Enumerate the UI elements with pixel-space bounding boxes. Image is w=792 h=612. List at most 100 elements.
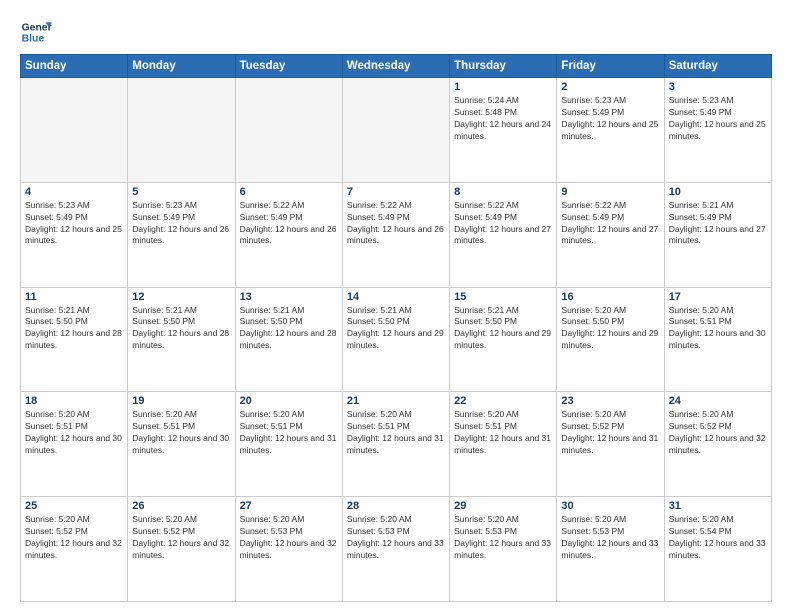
- weekday-header: Sunday: [21, 55, 128, 78]
- calendar-cell: 6 Sunrise: 5:22 AMSunset: 5:49 PMDaylight…: [235, 182, 342, 287]
- day-info: Sunrise: 5:20 AMSunset: 5:54 PMDaylight:…: [669, 514, 767, 562]
- page: General Blue SundayMondayTuesdayWednesda…: [0, 0, 792, 612]
- day-number: 24: [669, 395, 767, 407]
- logo: General Blue: [20, 16, 52, 48]
- calendar-cell: [21, 78, 128, 183]
- day-info: Sunrise: 5:20 AMSunset: 5:50 PMDaylight:…: [561, 305, 659, 353]
- day-number: 29: [454, 500, 552, 512]
- calendar-table: SundayMondayTuesdayWednesdayThursdayFrid…: [20, 54, 772, 602]
- calendar-cell: 7Sunrise: 5:22 AMSunset: 5:49 PMDaylight…: [342, 182, 449, 287]
- weekday-header-row: SundayMondayTuesdayWednesdayThursdayFrid…: [21, 55, 772, 78]
- day-number: 11: [25, 291, 123, 303]
- day-number: 9: [561, 186, 659, 198]
- calendar-cell: 29 Sunrise: 5:20 AMSunset: 5:53 PMDayligh…: [450, 497, 557, 602]
- day-info: Sunrise: 5:23 AMSunset: 5:49 PMDaylight:…: [561, 95, 659, 143]
- calendar-cell: 17Sunrise: 5:20 AMSunset: 5:51 PMDayligh…: [664, 287, 771, 392]
- day-number: 8: [454, 186, 552, 198]
- calendar-cell: 20 Sunrise: 5:20 AMSunset: 5:51 PMDayligh…: [235, 392, 342, 497]
- day-number: 21: [347, 395, 445, 407]
- calendar-cell: 25 Sunrise: 5:20 AMSunset: 5:52 PMDayligh…: [21, 497, 128, 602]
- day-number: 27: [240, 500, 338, 512]
- day-info: Sunrise: 5:21 AMSunset: 5:49 PMDaylight:…: [669, 200, 767, 248]
- day-number: 7: [347, 186, 445, 198]
- calendar-cell: 23 Sunrise: 5:20 AMSunset: 5:52 PMDayligh…: [557, 392, 664, 497]
- day-info: Sunrise: 5:20 AMSunset: 5:51 PMDaylight:…: [25, 409, 123, 457]
- calendar-cell: 9 Sunrise: 5:22 AMSunset: 5:49 PMDaylight…: [557, 182, 664, 287]
- weekday-header: Tuesday: [235, 55, 342, 78]
- week-row: 25 Sunrise: 5:20 AMSunset: 5:52 PMDayligh…: [21, 497, 772, 602]
- calendar-cell: 1 Sunrise: 5:24 AMSunset: 5:48 PMDaylight…: [450, 78, 557, 183]
- calendar-cell: 31Sunrise: 5:20 AMSunset: 5:54 PMDayligh…: [664, 497, 771, 602]
- calendar-cell: 16Sunrise: 5:20 AMSunset: 5:50 PMDayligh…: [557, 287, 664, 392]
- calendar-cell: 21Sunrise: 5:20 AMSunset: 5:51 PMDayligh…: [342, 392, 449, 497]
- day-info: Sunrise: 5:23 AMSunset: 5:49 PMDaylight:…: [25, 200, 123, 248]
- day-info: Sunrise: 5:20 AMSunset: 5:51 PMDaylight:…: [454, 409, 552, 457]
- day-number: 17: [669, 291, 767, 303]
- weekday-header: Saturday: [664, 55, 771, 78]
- calendar-cell: 18 Sunrise: 5:20 AMSunset: 5:51 PMDayligh…: [21, 392, 128, 497]
- day-info: Sunrise: 5:21 AMSunset: 5:50 PMDaylight:…: [25, 305, 123, 353]
- calendar-cell: 24 Sunrise: 5:20 AMSunset: 5:52 PMDayligh…: [664, 392, 771, 497]
- day-number: 10: [669, 186, 767, 198]
- day-info: Sunrise: 5:20 AMSunset: 5:53 PMDaylight:…: [454, 514, 552, 562]
- calendar-cell: 4 Sunrise: 5:23 AMSunset: 5:49 PMDaylight…: [21, 182, 128, 287]
- day-number: 30: [561, 500, 659, 512]
- weekday-header: Thursday: [450, 55, 557, 78]
- calendar-cell: 15 Sunrise: 5:21 AMSunset: 5:50 PMDayligh…: [450, 287, 557, 392]
- day-number: 1: [454, 81, 552, 93]
- calendar-cell: 28Sunrise: 5:20 AMSunset: 5:53 PMDayligh…: [342, 497, 449, 602]
- weekday-header: Friday: [557, 55, 664, 78]
- day-number: 15: [454, 291, 552, 303]
- day-info: Sunrise: 5:20 AMSunset: 5:52 PMDaylight:…: [669, 409, 767, 457]
- calendar-cell: 5Sunrise: 5:23 AMSunset: 5:49 PMDaylight…: [128, 182, 235, 287]
- day-number: 23: [561, 395, 659, 407]
- day-info: Sunrise: 5:21 AMSunset: 5:50 PMDaylight:…: [132, 305, 230, 353]
- calendar-cell: 11 Sunrise: 5:21 AMSunset: 5:50 PMDayligh…: [21, 287, 128, 392]
- calendar-cell: 10 Sunrise: 5:21 AMSunset: 5:49 PMDayligh…: [664, 182, 771, 287]
- calendar-cell: [342, 78, 449, 183]
- day-info: Sunrise: 5:22 AMSunset: 5:49 PMDaylight:…: [561, 200, 659, 248]
- logo-icon: General Blue: [20, 16, 52, 48]
- day-info: Sunrise: 5:22 AMSunset: 5:49 PMDaylight:…: [454, 200, 552, 248]
- calendar-cell: 8 Sunrise: 5:22 AMSunset: 5:49 PMDaylight…: [450, 182, 557, 287]
- day-info: Sunrise: 5:21 AMSunset: 5:50 PMDaylight:…: [454, 305, 552, 353]
- calendar-cell: 14 Sunrise: 5:21 AMSunset: 5:50 PMDayligh…: [342, 287, 449, 392]
- day-info: Sunrise: 5:22 AMSunset: 5:49 PMDaylight:…: [240, 200, 338, 248]
- day-info: Sunrise: 5:20 AMSunset: 5:52 PMDaylight:…: [561, 409, 659, 457]
- day-number: 13: [240, 291, 338, 303]
- day-number: 28: [347, 500, 445, 512]
- day-info: Sunrise: 5:20 AMSunset: 5:52 PMDaylight:…: [25, 514, 123, 562]
- day-info: Sunrise: 5:20 AMSunset: 5:51 PMDaylight:…: [132, 409, 230, 457]
- day-number: 5: [132, 186, 230, 198]
- day-number: 4: [25, 186, 123, 198]
- calendar-cell: [128, 78, 235, 183]
- day-number: 12: [132, 291, 230, 303]
- calendar-cell: 3 Sunrise: 5:23 AMSunset: 5:49 PMDaylight…: [664, 78, 771, 183]
- day-number: 3: [669, 81, 767, 93]
- week-row: 11 Sunrise: 5:21 AMSunset: 5:50 PMDayligh…: [21, 287, 772, 392]
- calendar-cell: 19 Sunrise: 5:20 AMSunset: 5:51 PMDayligh…: [128, 392, 235, 497]
- day-number: 25: [25, 500, 123, 512]
- calendar-cell: 2 Sunrise: 5:23 AMSunset: 5:49 PMDaylight…: [557, 78, 664, 183]
- day-info: Sunrise: 5:21 AMSunset: 5:50 PMDaylight:…: [240, 305, 338, 353]
- calendar-cell: 27 Sunrise: 5:20 AMSunset: 5:53 PMDayligh…: [235, 497, 342, 602]
- week-row: 1 Sunrise: 5:24 AMSunset: 5:48 PMDaylight…: [21, 78, 772, 183]
- day-number: 6: [240, 186, 338, 198]
- day-number: 20: [240, 395, 338, 407]
- day-info: Sunrise: 5:23 AMSunset: 5:49 PMDaylight:…: [669, 95, 767, 143]
- week-row: 18 Sunrise: 5:20 AMSunset: 5:51 PMDayligh…: [21, 392, 772, 497]
- day-info: Sunrise: 5:20 AMSunset: 5:53 PMDaylight:…: [240, 514, 338, 562]
- week-row: 4 Sunrise: 5:23 AMSunset: 5:49 PMDaylight…: [21, 182, 772, 287]
- calendar-cell: 30Sunrise: 5:20 AMSunset: 5:53 PMDayligh…: [557, 497, 664, 602]
- day-info: Sunrise: 5:24 AMSunset: 5:48 PMDaylight:…: [454, 95, 552, 143]
- day-number: 2: [561, 81, 659, 93]
- day-info: Sunrise: 5:20 AMSunset: 5:52 PMDaylight:…: [132, 514, 230, 562]
- day-number: 18: [25, 395, 123, 407]
- calendar-cell: [235, 78, 342, 183]
- svg-text:Blue: Blue: [22, 34, 45, 45]
- day-number: 14: [347, 291, 445, 303]
- day-info: Sunrise: 5:20 AMSunset: 5:51 PMDaylight:…: [240, 409, 338, 457]
- day-number: 19: [132, 395, 230, 407]
- day-info: Sunrise: 5:21 AMSunset: 5:50 PMDaylight:…: [347, 305, 445, 353]
- weekday-header: Monday: [128, 55, 235, 78]
